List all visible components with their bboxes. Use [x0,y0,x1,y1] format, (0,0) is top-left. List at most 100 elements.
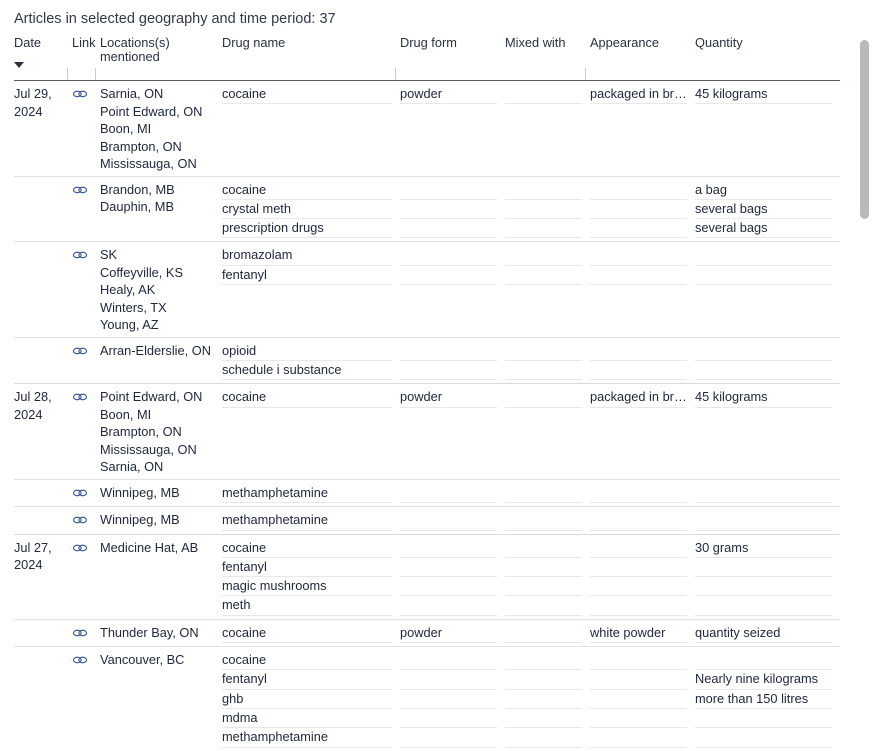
appearance-list [590,246,687,285]
location-item: Sarnia, ON [100,86,164,101]
cell-locations: Winnipeg, MB [100,506,222,535]
drug-name-list: methamphetamine [222,511,392,531]
caret-down-icon[interactable] [14,62,24,68]
drug-name-cell: ghb [222,690,392,709]
cell-link[interactable] [72,81,100,177]
quantity-cell: 45 kilograms [695,388,832,408]
vertical-scrollbar-thumb[interactable] [860,39,869,219]
quantity-cell: several bags [695,200,832,220]
location-item: Brampton, ON [100,424,182,440]
mixed-with-list [505,181,582,239]
mixed-with-cell [505,709,582,729]
cell-locations: SK Coffeyville, KS Healy, AK Winters, TX You… [100,241,222,338]
drug-name-cell: fentanyl [222,558,392,578]
cell-quantity: a bag several bags several bags [695,175,840,242]
drug-form-cell [400,342,497,362]
column-header-drug-name[interactable]: Drug name [222,36,400,81]
location-item: Thunder Bay, ON [100,624,199,640]
mixed-with-list [505,246,582,285]
appearance-cell [590,342,687,362]
cell-appearance [590,478,695,507]
cell-mixed-with [505,533,590,620]
drug-name-list: cocaine crystal meth prescription drugs [222,181,392,239]
drug-form-cell [400,596,497,616]
cell-date [14,646,72,751]
cell-mixed-with [505,175,590,242]
chain-link-icon[interactable] [72,541,88,554]
drug-name-cell: methamphetamine [222,511,392,531]
quantity-cell: several bags [695,219,832,239]
mixed-with-cell [505,200,582,220]
cell-link[interactable] [72,506,100,535]
cell-link[interactable] [72,618,100,647]
appearance-list [590,539,687,616]
appearance-cell [590,200,687,220]
column-header-quantity[interactable]: Quantity [695,36,840,81]
vertical-scrollbar[interactable] [859,30,870,350]
column-header-mixed-with-label: Mixed with [505,35,566,50]
location-item: Young, AZ [100,317,159,333]
quantity-cell: 30 grams [695,539,832,558]
chain-link-icon[interactable] [72,513,88,526]
mixed-with-cell [505,690,582,709]
cell-drug-name: methamphetamine [222,478,400,507]
cell-quantity [695,478,840,507]
chain-link-icon[interactable] [72,390,88,403]
appearance-cell: packaged in bricks [590,388,687,408]
quantity-cell [695,709,832,729]
column-header-mixed-with[interactable]: Mixed with [505,36,590,81]
quantity-list [695,342,832,381]
chain-link-icon[interactable] [72,344,88,357]
mixed-with-list [505,539,582,616]
quantity-cell [695,558,832,578]
cell-link[interactable] [72,478,100,507]
drug-form-cell [400,558,497,578]
drug-form-cell [400,511,497,531]
chain-link-icon[interactable] [72,486,88,499]
appearance-list [590,511,687,531]
cell-locations: Vancouver, BC [100,646,222,751]
drug-name-cell: prescription drugs [222,219,392,239]
cell-drug-name: methamphetamine [222,506,400,535]
cell-quantity: 45 kilograms [695,383,840,480]
cell-link[interactable] [72,383,100,480]
drug-name-list: cocaine fentanyl ghb mdma methamphetamine [222,651,392,748]
quantity-cell [695,651,832,671]
column-header-appearance[interactable]: Appearance [585,36,695,81]
cell-drug-form [400,478,505,507]
appearance-cell [590,246,687,266]
quantity-cell [695,596,832,616]
drug-form-cell [400,361,497,381]
table-body: Jul 29, 2024 Sarnia, ON Point Edward, ON Bo… [14,81,840,751]
location-item: Brandon, MB [100,181,175,197]
quantity-cell [695,246,832,266]
cell-link[interactable] [72,241,100,338]
appearance-cell [590,361,687,381]
location-item: Dauphin, MB [100,199,174,214]
location-item: Mississauga, ON [100,441,197,457]
drug-name-cell: fentanyl [222,670,392,690]
cell-drug-form: powder [400,383,505,480]
chain-link-icon[interactable] [72,248,88,261]
cell-mixed-with [505,241,590,338]
cell-link[interactable] [72,175,100,242]
cell-link[interactable] [72,336,100,384]
column-header-date[interactable]: Date [14,36,72,81]
cell-mixed-with [505,646,590,751]
chain-link-icon[interactable] [72,653,88,666]
cell-link[interactable] [72,533,100,620]
cell-link[interactable] [72,646,100,751]
chain-link-icon[interactable] [72,87,88,100]
chain-link-icon[interactable] [72,626,88,639]
chain-link-icon[interactable] [72,183,88,196]
quantity-list: 30 grams [695,539,832,616]
appearance-cell [590,484,687,504]
quantity-cell: Nearly nine kilograms [695,670,832,690]
drug-form-cell [400,181,497,200]
column-header-drug-form[interactable]: Drug form [395,36,505,81]
drug-name-cell: mdma [222,709,392,729]
column-header-locations[interactable]: Locations(s) mentioned [95,36,222,81]
location-item: Arran-Elderslie, ON [100,342,211,358]
cell-drug-name: cocaine [222,81,400,177]
cell-appearance: packaged in bricks [590,383,695,480]
